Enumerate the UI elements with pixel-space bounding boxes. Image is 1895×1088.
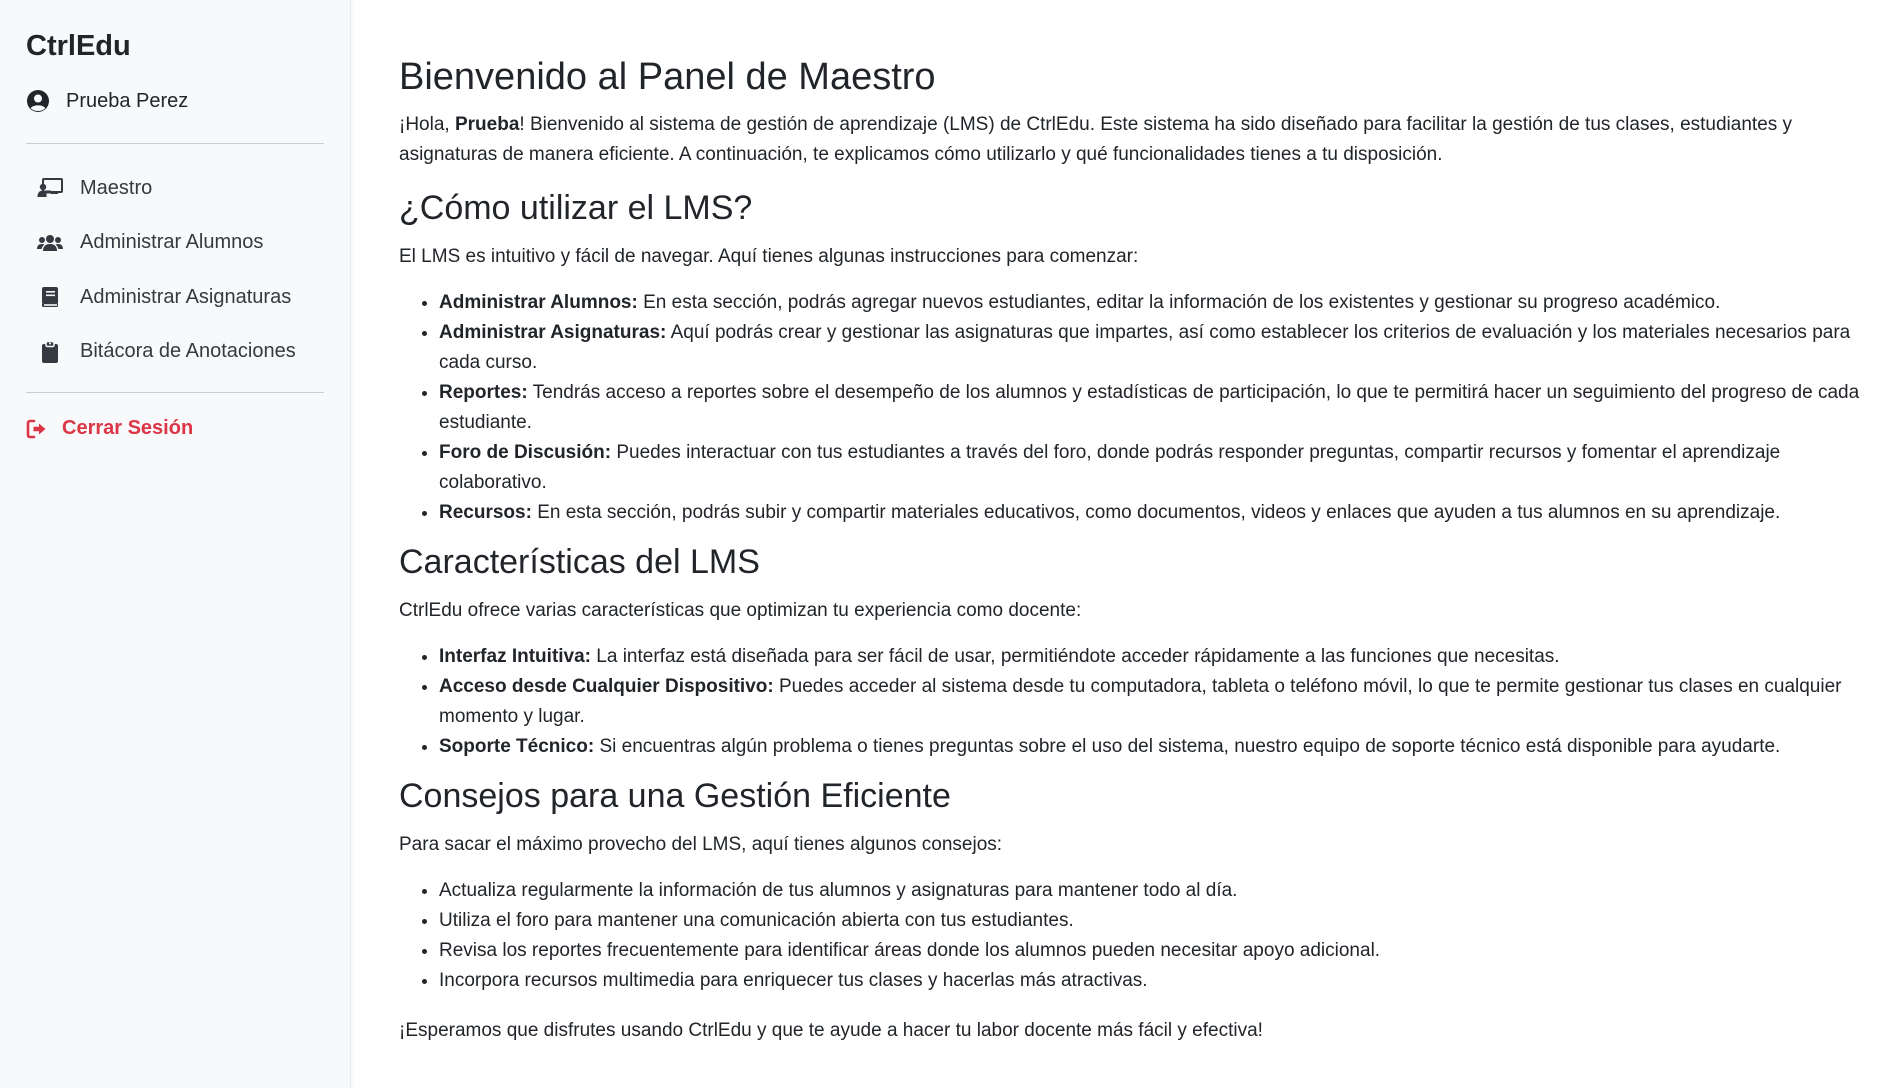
list-item-desc: Si encuentras algún problema o tienes pr…: [594, 736, 1781, 757]
user-circle-icon: [26, 89, 50, 113]
sidebar-item-label: Bitácora de Anotaciones: [80, 340, 296, 363]
app-layout: CtrlEdu Prueba Perez Maestro Administrar…: [0, 0, 1895, 1088]
sign-out-icon: [26, 418, 48, 440]
list-item-term: Recursos:: [439, 502, 532, 523]
list-item-desc: Tendrás acceso a reportes sobre el desem…: [439, 382, 1860, 433]
main-content: Bienvenido al Panel de Maestro ¡Hola, Pr…: [351, 0, 1895, 1088]
sidebar-nav: Maestro Administrar Alumnos Administrar …: [26, 144, 324, 398]
section-text-how-to: El LMS es intuitivo y fácil de navegar. …: [399, 246, 1139, 267]
sidebar-divider: [26, 392, 324, 393]
list-item-term: Administrar Asignaturas:: [439, 322, 667, 343]
sidebar-item-label: Administrar Asignaturas: [80, 285, 292, 308]
list-item-desc: En esta sección, podrás subir y comparti…: [531, 502, 1781, 523]
list-item-term: Administrar Alumnos:: [439, 292, 638, 313]
clipboard-icon: [36, 340, 64, 363]
features-list: Interfaz Intuitiva: La interfaz está dis…: [399, 642, 1895, 762]
list-item: Administrar Alumnos: En esta sección, po…: [439, 288, 1881, 318]
list-item-term: Soporte Técnico:: [439, 736, 595, 757]
chalkboard-teacher-icon: [36, 177, 64, 199]
page-title: Bienvenido al Panel de Maestro: [399, 56, 936, 98]
section-heading-features: Características del LMS: [399, 543, 760, 581]
list-item: Reportes: Tendrás acceso a reportes sobr…: [439, 378, 1881, 438]
book-icon: [36, 286, 64, 308]
section-text-features: CtrlEdu ofrece varias características qu…: [399, 600, 1082, 621]
list-item: Acceso desde Cualquier Dispositivo: Pued…: [439, 672, 1881, 732]
section-heading-how-to: ¿Cómo utilizar el LMS?: [399, 189, 753, 227]
section-text-tips: Para sacar el máximo provecho del LMS, a…: [399, 834, 1003, 855]
list-item: Interfaz Intuitiva: La interfaz está dis…: [439, 642, 1881, 672]
sidebar: CtrlEdu Prueba Perez Maestro Administrar…: [0, 0, 351, 1088]
intro-text: ! Bienvenido al sistema de gestión de ap…: [399, 114, 1793, 165]
user-profile: Prueba Perez: [26, 89, 324, 113]
list-item: Incorpora recursos multimedia para enriq…: [439, 966, 1881, 996]
section-heading-tips: Consejos para una Gestión Eficiente: [399, 777, 951, 815]
list-item: Recursos: En esta sección, podrás subir …: [439, 498, 1881, 528]
closing-paragraph: ¡Esperamos que disfrutes usando CtrlEdu …: [399, 1020, 1263, 1041]
logout-label: Cerrar Sesión: [62, 417, 194, 439]
list-item: Actualiza regularmente la información de…: [439, 876, 1881, 906]
user-name: Prueba Perez: [66, 89, 189, 112]
how-to-list: Administrar Alumnos: En esta sección, po…: [399, 288, 1895, 528]
list-item-term: Interfaz Intuitiva:: [439, 646, 592, 667]
list-item-desc: Puedes interactuar con tus estudiantes a…: [439, 442, 1781, 493]
intro-paragraph: ¡Hola, Prueba! Bienvenido al sistema de …: [399, 110, 1895, 170]
list-item-term: Reportes:: [439, 382, 528, 403]
list-item-desc: La interfaz está diseñada para ser fácil…: [591, 646, 1560, 667]
intro-user-name: Prueba: [454, 114, 520, 135]
intro-prefix: ¡Hola,: [399, 114, 455, 135]
list-item-desc: En esta sección, podrás agregar nuevos e…: [637, 292, 1721, 313]
brand-title: CtrlEdu: [26, 30, 131, 62]
sidebar-item-bitacora[interactable]: Bitácora de Anotaciones: [26, 306, 324, 399]
list-item: Revisa los reportes frecuentemente para …: [439, 936, 1881, 966]
list-item-term: Foro de Discusión:: [439, 442, 612, 463]
list-item-term: Acceso desde Cualquier Dispositivo:: [439, 676, 774, 697]
sidebar-item-label: Administrar Alumnos: [80, 231, 264, 254]
list-item: Soporte Técnico: Si encuentras algún pro…: [439, 732, 1881, 762]
tips-list: Actualiza regularmente la información de…: [399, 876, 1895, 996]
list-item: Utiliza el foro para mantener una comuni…: [439, 906, 1881, 936]
users-icon: [36, 232, 64, 254]
sidebar-item-label: Maestro: [80, 176, 153, 199]
list-item: Foro de Discusión: Puedes interactuar co…: [439, 438, 1881, 498]
logout-button[interactable]: Cerrar Sesión: [26, 417, 324, 440]
list-item: Administrar Asignaturas: Aquí podrás cre…: [439, 318, 1881, 378]
